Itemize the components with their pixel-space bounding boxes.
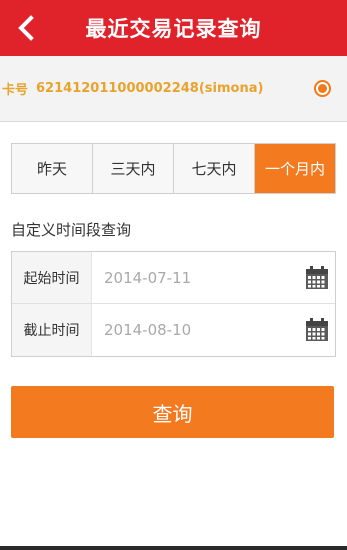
- date-range-form: 起始时间 2014-07-11 截止时间 2014-08-10: [11, 251, 336, 357]
- start-date-label: 起始时间: [12, 252, 92, 303]
- radio-selected-dot: [318, 84, 327, 93]
- custom-range-title: 自定义时间段查询: [11, 221, 132, 239]
- chevron-left-icon: [18, 15, 34, 41]
- start-date-field[interactable]: 2014-07-11: [104, 269, 191, 287]
- back-button[interactable]: [10, 12, 42, 44]
- card-radio-button[interactable]: [314, 80, 331, 97]
- card-label: 卡号: [2, 83, 29, 98]
- date-range-tabs: 昨天 三天内 七天内 一个月内: [11, 143, 336, 194]
- card-number: 621412011000002248(simona): [36, 81, 264, 96]
- tab-seven-days[interactable]: 七天内: [174, 144, 255, 193]
- end-date-field[interactable]: 2014-08-10: [104, 321, 191, 339]
- query-button[interactable]: 查询: [11, 386, 334, 438]
- calendar-icon[interactable]: [305, 318, 329, 342]
- bottom-divider: [0, 546, 347, 550]
- tab-three-days[interactable]: 三天内: [93, 144, 174, 193]
- tab-one-month[interactable]: 一个月内: [255, 144, 335, 193]
- page-title: 最近交易记录查询: [85, 17, 262, 41]
- header-bar: 最近交易记录查询: [0, 0, 347, 56]
- tab-yesterday[interactable]: 昨天: [12, 144, 93, 193]
- card-selector-row[interactable]: 卡号 621412011000002248(simona): [0, 56, 347, 122]
- end-date-label: 截止时间: [12, 304, 92, 356]
- start-date-row[interactable]: 起始时间 2014-07-11: [12, 252, 335, 304]
- calendar-icon[interactable]: [305, 266, 329, 290]
- end-date-row[interactable]: 截止时间 2014-08-10: [12, 304, 335, 356]
